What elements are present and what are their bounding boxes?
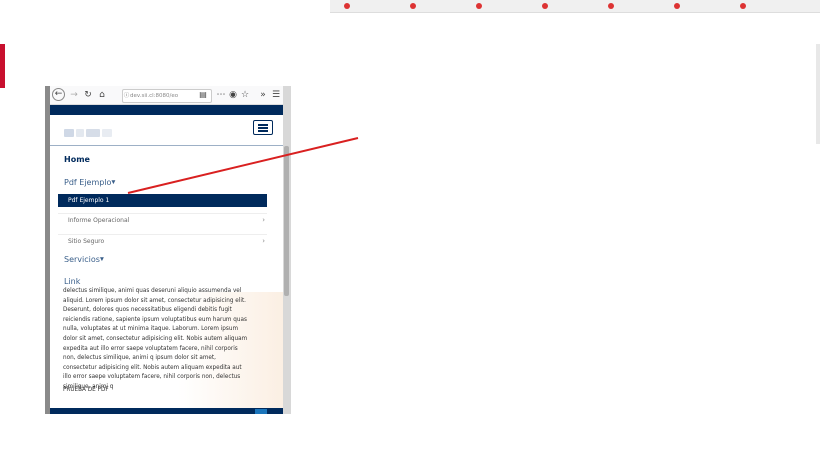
- annotation-arrow-line: [127, 137, 359, 194]
- annotation-arrow: [127, 137, 359, 194]
